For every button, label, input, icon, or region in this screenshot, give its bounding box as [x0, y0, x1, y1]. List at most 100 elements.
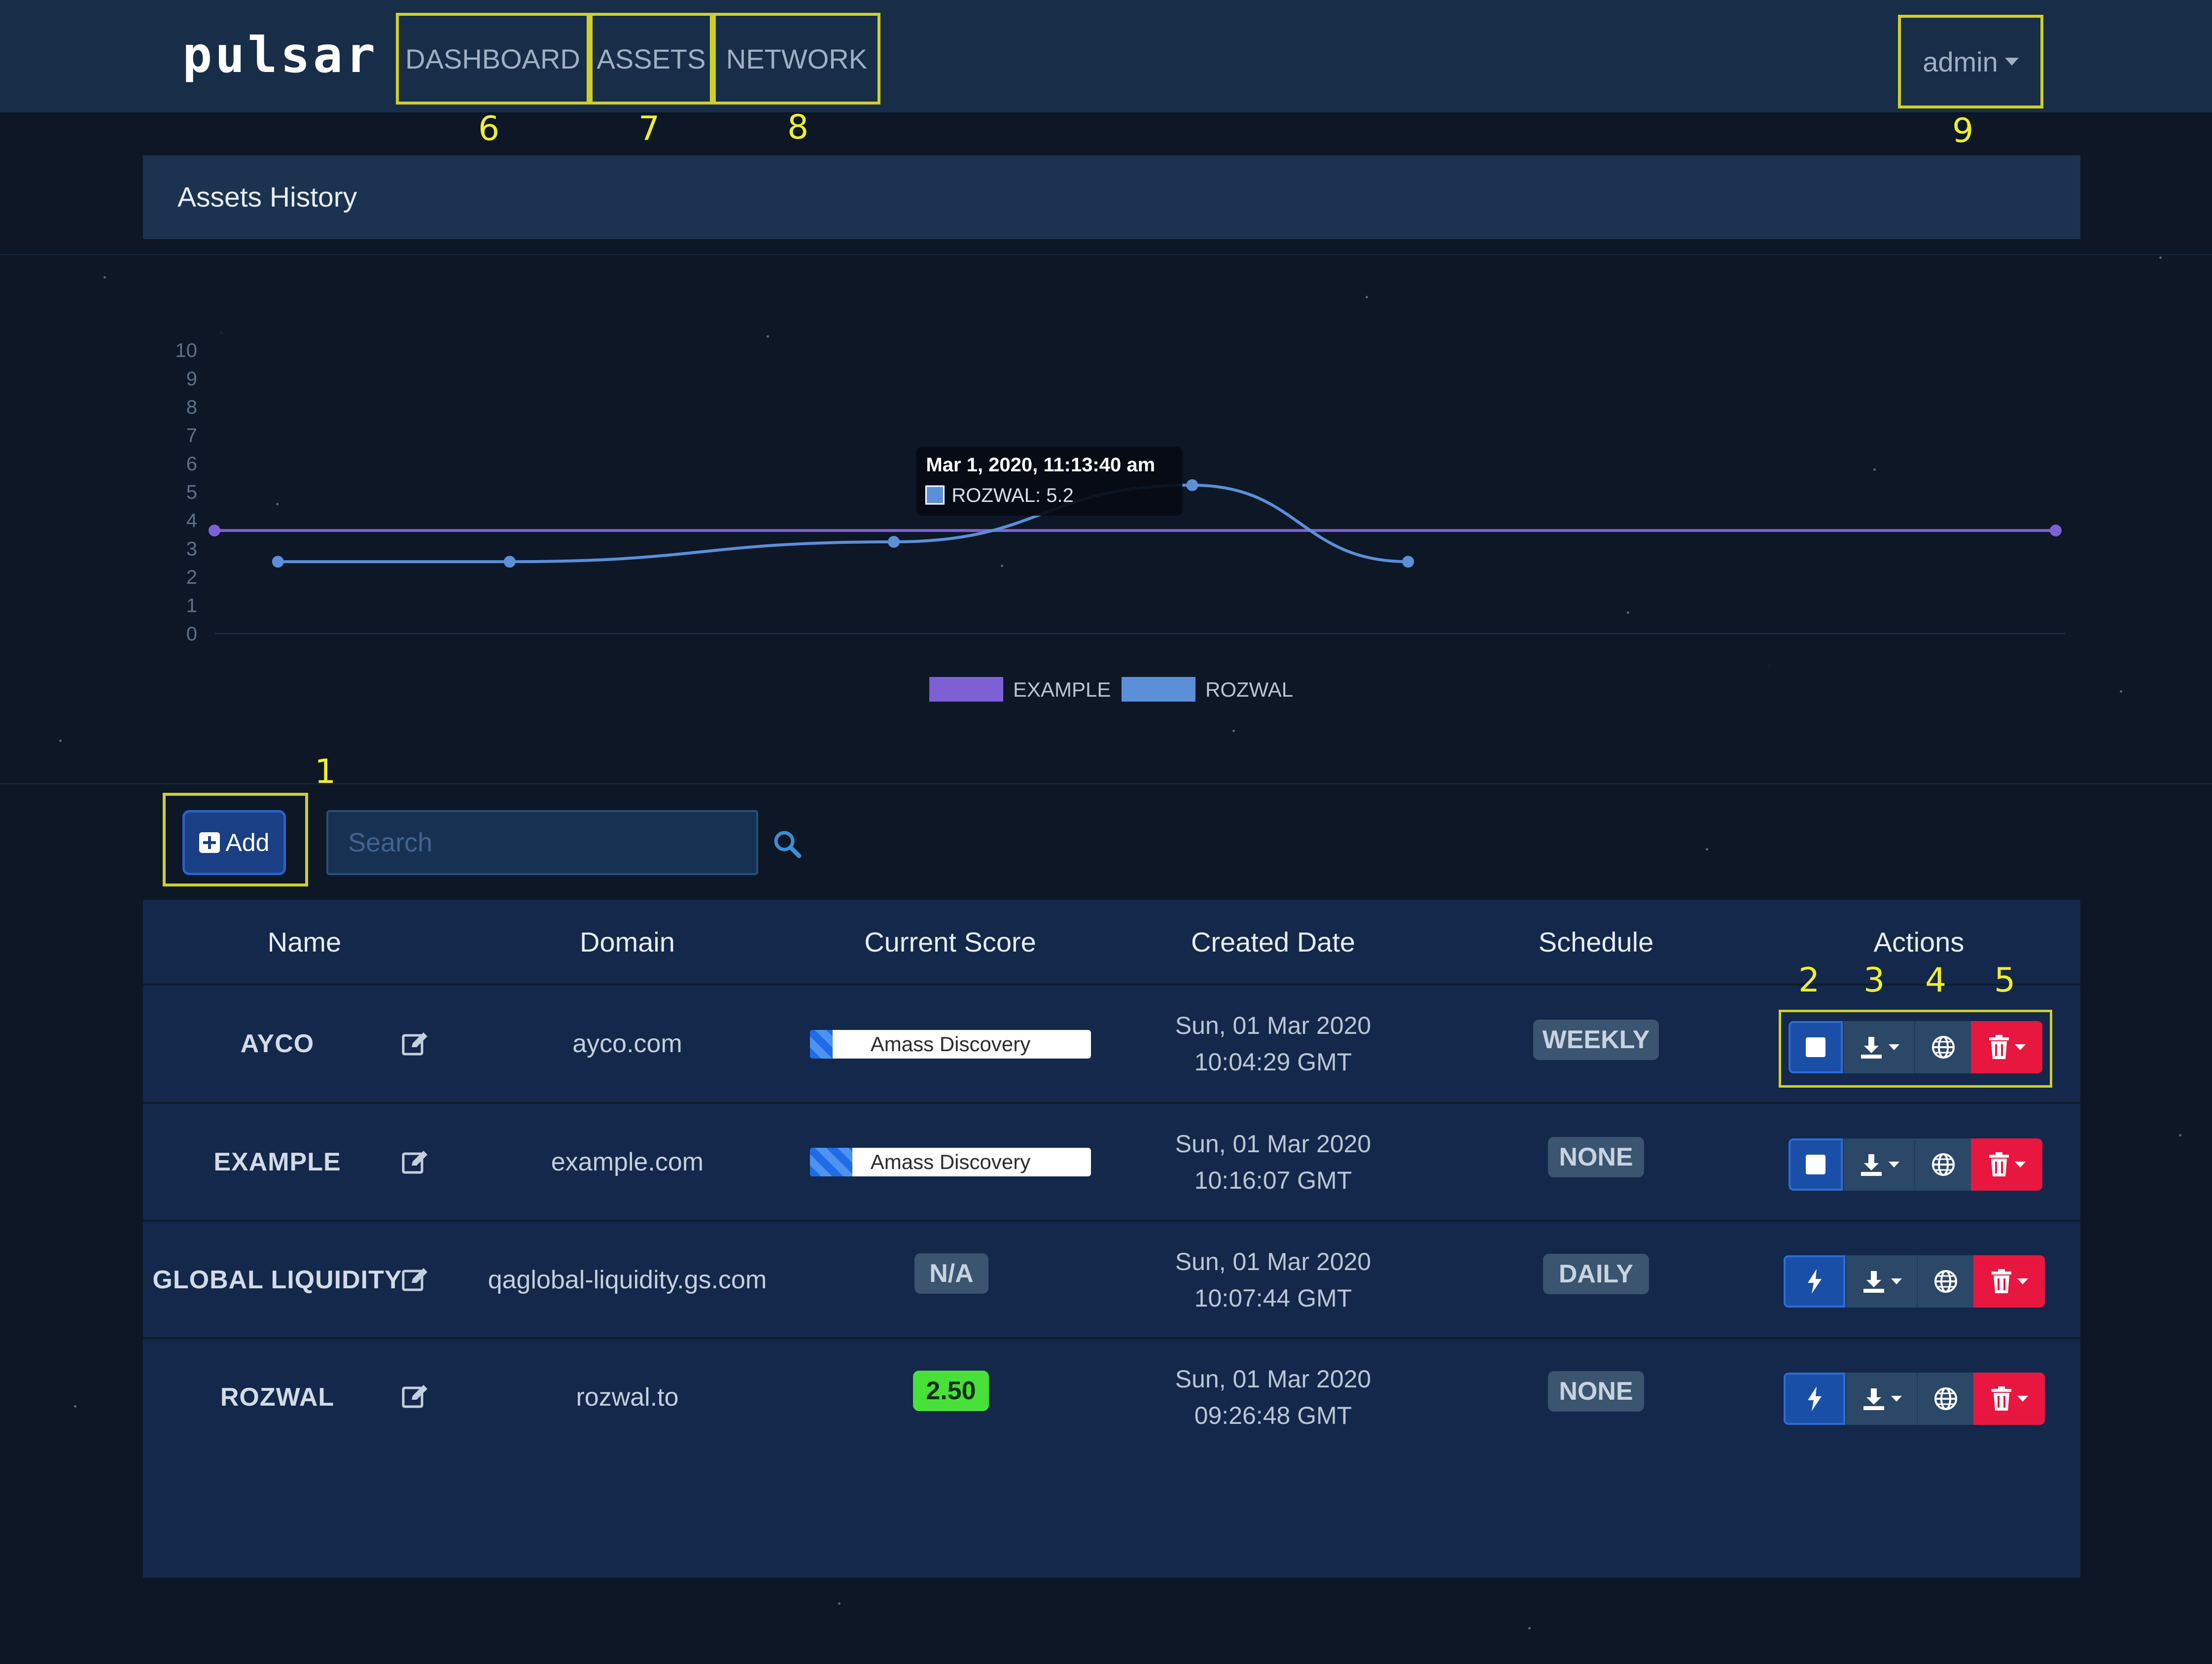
asset-domain: rozwal.to: [576, 1383, 679, 1412]
network-graph-button[interactable]: [1917, 1255, 1973, 1308]
search-icon[interactable]: [772, 828, 803, 860]
caret-down-icon: [1888, 1162, 1899, 1168]
edit-icon[interactable]: [402, 1149, 429, 1174]
star: [838, 1602, 841, 1605]
y-tick-label: 1: [186, 595, 197, 617]
y-tick-label: 4: [186, 510, 197, 531]
add-asset-button[interactable]: Add: [182, 810, 286, 875]
caret-down-icon: [2017, 1396, 2028, 1402]
data-point-example: [2050, 525, 2062, 536]
column-header-score[interactable]: Current Score: [789, 900, 1112, 984]
created-date-line: Sun, 01 Mar 2020: [1175, 1365, 1371, 1393]
nav-network[interactable]: NETWORK: [713, 13, 880, 105]
callout-3: 3: [1863, 961, 1885, 1000]
column-header-created[interactable]: Created Date: [1112, 900, 1435, 984]
data-point-rozwal: [1186, 479, 1198, 491]
star: [1706, 848, 1708, 850]
legend-swatch-rozwal: [1122, 677, 1195, 702]
trash-icon: [1991, 1386, 2011, 1411]
delete-dropdown-button[interactable]: [1973, 1373, 2045, 1425]
asset-domain: ayco.com: [572, 1029, 682, 1058]
score-badge: 2.50: [913, 1371, 989, 1411]
y-tick-label: 8: [186, 396, 197, 418]
callout-8: 8: [787, 108, 809, 147]
asset-name: ROZWAL: [220, 1383, 335, 1412]
created-date: Sun, 01 Mar 2020 10:04:29 GMT: [1112, 986, 1435, 1102]
asset-name: GLOBAL LIQUIDITY: [152, 1266, 402, 1294]
callout-9: 9: [1952, 111, 1974, 150]
edit-icon[interactable]: [402, 1030, 429, 1056]
globe-icon: [1931, 1153, 1955, 1176]
created-time-line: 09:26:48 GMT: [1194, 1402, 1352, 1429]
star: [74, 1405, 76, 1408]
star: [1528, 1627, 1531, 1629]
created-date: Sun, 01 Mar 2020 10:16:07 GMT: [1112, 1104, 1435, 1220]
created-time-line: 10:16:07 GMT: [1194, 1167, 1352, 1194]
data-point-rozwal: [888, 536, 900, 548]
tooltip-title: Mar 1, 2020, 11:13:40 am: [926, 454, 1155, 476]
created-date-line: Sun, 01 Mar 2020: [1175, 1012, 1371, 1039]
created-time-line: 10:07:44 GMT: [1194, 1284, 1352, 1312]
download-dropdown-button[interactable]: [1843, 1138, 1914, 1191]
delete-dropdown-button[interactable]: [1973, 1255, 2045, 1308]
search-input[interactable]: [326, 810, 758, 875]
schedule-badge: NONE: [1548, 1371, 1644, 1412]
line-chart: 0 1 2 3 4 5 6 7 8 9 10 Mar 1, 2020, 11:13:40 am ROZW…: [176, 340, 2066, 702]
user-menu-button[interactable]: admin: [1898, 15, 2043, 108]
data-point-rozwal: [272, 556, 284, 568]
download-dropdown-button[interactable]: [1845, 1373, 1917, 1425]
data-point-rozwal: [503, 556, 516, 568]
callout-7: 7: [638, 109, 660, 148]
actions-highlight: [1779, 1010, 2052, 1088]
asset-domain: example.com: [551, 1148, 704, 1176]
assets-history-header: Assets History: [143, 155, 2080, 239]
column-header-name[interactable]: Name: [143, 900, 466, 984]
y-tick-label: 3: [186, 538, 197, 560]
edit-icon[interactable]: [402, 1383, 429, 1409]
nav-assets[interactable]: ASSETS: [590, 13, 713, 105]
start-scan-button[interactable]: [1784, 1373, 1845, 1425]
column-header-schedule[interactable]: Schedule: [1435, 900, 1757, 984]
download-dropdown-button[interactable]: [1845, 1255, 1917, 1308]
nav-assets-label: ASSETS: [597, 43, 706, 74]
score-progress-bar: Amass Discovery: [810, 1148, 1091, 1176]
bolt-icon: [1807, 1386, 1822, 1411]
nav-dashboard-label: DASHBOARD: [405, 43, 580, 74]
add-button-label: Add: [225, 829, 270, 856]
edit-icon[interactable]: [402, 1266, 429, 1292]
panel-title: Assets History: [177, 181, 357, 213]
y-tick-label: 9: [186, 368, 197, 390]
asset-domain: qaglobal-liquidity.gs.com: [488, 1266, 767, 1294]
globe-icon: [1934, 1270, 1957, 1293]
progress-label: Amass Discovery: [870, 1032, 1031, 1056]
callout-1: 1: [315, 752, 336, 791]
created-time-line: 10:04:29 GMT: [1194, 1048, 1352, 1076]
score-badge: N/A: [914, 1253, 988, 1294]
asset-name: EXAMPLE: [213, 1148, 341, 1176]
series-line-rozwal: [278, 483, 1408, 564]
caret-down-icon: [2004, 58, 2019, 66]
column-header-domain[interactable]: Domain: [466, 900, 789, 984]
nav-dashboard[interactable]: DASHBOARD: [396, 13, 590, 105]
trash-icon: [1991, 1269, 2011, 1293]
trash-icon: [1989, 1152, 2009, 1176]
callout-4: 4: [1925, 961, 1947, 1000]
network-graph-button[interactable]: [1917, 1373, 1973, 1425]
app-logo[interactable]: pulsar: [182, 31, 378, 80]
callout-2: 2: [1798, 961, 1820, 1000]
y-tick-label: 10: [176, 340, 198, 361]
delete-dropdown-button[interactable]: [1971, 1138, 2042, 1191]
caret-down-icon: [1891, 1396, 1902, 1402]
schedule-badge: WEEKLY: [1533, 1020, 1659, 1060]
y-tick-label: 6: [186, 453, 197, 475]
download-icon: [1863, 1271, 1884, 1293]
start-scan-button[interactable]: [1784, 1255, 1845, 1308]
y-tick-label: 5: [186, 482, 197, 503]
user-menu-label: admin: [1923, 46, 1998, 77]
callout-5: 5: [1994, 961, 2016, 1000]
stop-scan-button[interactable]: [1789, 1138, 1843, 1191]
asset-name: AYCO: [240, 1029, 315, 1058]
tooltip-label: ROZWAL: 5.2: [951, 485, 1073, 506]
schedule-badge: NONE: [1548, 1137, 1644, 1177]
network-graph-button[interactable]: [1914, 1138, 1971, 1191]
